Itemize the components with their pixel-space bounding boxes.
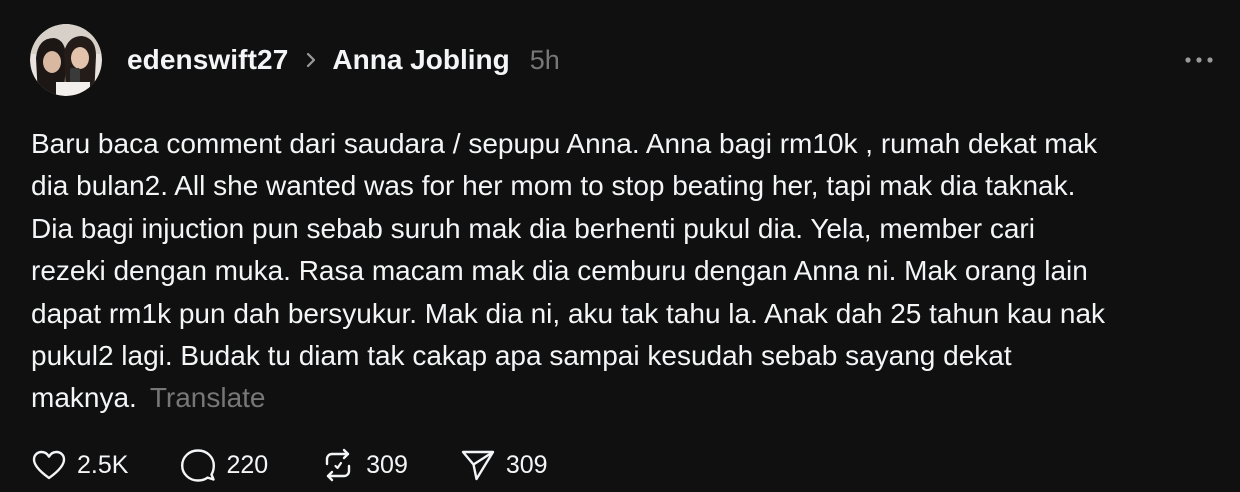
more-horizontal-icon <box>1184 51 1214 69</box>
post-body-line: Dia bagi injuction pun sebab suruh mak d… <box>31 212 1035 244</box>
comment-bubble-icon <box>180 448 216 482</box>
more-options-button[interactable] <box>1182 48 1216 72</box>
post-header: edenswift27 Anna Jobling 5h <box>30 24 560 96</box>
post-body-line: Baru baca comment dari saudara / sepupu … <box>31 128 1098 159</box>
avatar[interactable] <box>30 24 102 96</box>
post-body-last-line: maknya. Translate <box>31 377 1221 419</box>
like-button[interactable]: 2.5K <box>31 449 128 481</box>
translate-link[interactable]: Translate <box>150 382 266 413</box>
repost-icon <box>320 447 356 483</box>
post-body-line: dia bulan2. All she wanted was for her m… <box>31 170 1076 202</box>
like-count: 2.5K <box>77 450 129 479</box>
send-icon <box>460 448 496 482</box>
reply-count: 220 <box>226 450 269 479</box>
share-button[interactable]: 309 <box>460 448 548 482</box>
share-count: 309 <box>505 450 548 479</box>
recipient-username[interactable]: Anna Jobling <box>332 44 509 76</box>
post-timestamp: 5h <box>529 44 560 75</box>
heart-icon <box>31 449 67 481</box>
chevron-right-icon <box>302 51 320 69</box>
thread-post: edenswift27 Anna Jobling 5h Baru baca co… <box>0 0 1240 492</box>
repost-count: 309 <box>366 450 408 479</box>
post-body-line-text: maknya. <box>31 382 137 414</box>
post-body: Baru baca comment dari saudara / sepupu … <box>31 123 1221 420</box>
post-actions: 2.5K 220 309 309 <box>31 444 548 486</box>
author-username[interactable]: edenswift27 <box>127 44 288 76</box>
post-body-line: dapat rm1k pun dah bersyukur. Mak dia ni… <box>31 297 1106 329</box>
repost-button[interactable]: 309 <box>320 447 408 483</box>
reply-button[interactable]: 220 <box>180 448 268 482</box>
post-body-line: pukul2 lagi. Budak tu diam tak cakap apa… <box>31 340 1012 372</box>
post-body-line: rezeki dengan muka. Rasa macam mak dia c… <box>31 255 1088 287</box>
